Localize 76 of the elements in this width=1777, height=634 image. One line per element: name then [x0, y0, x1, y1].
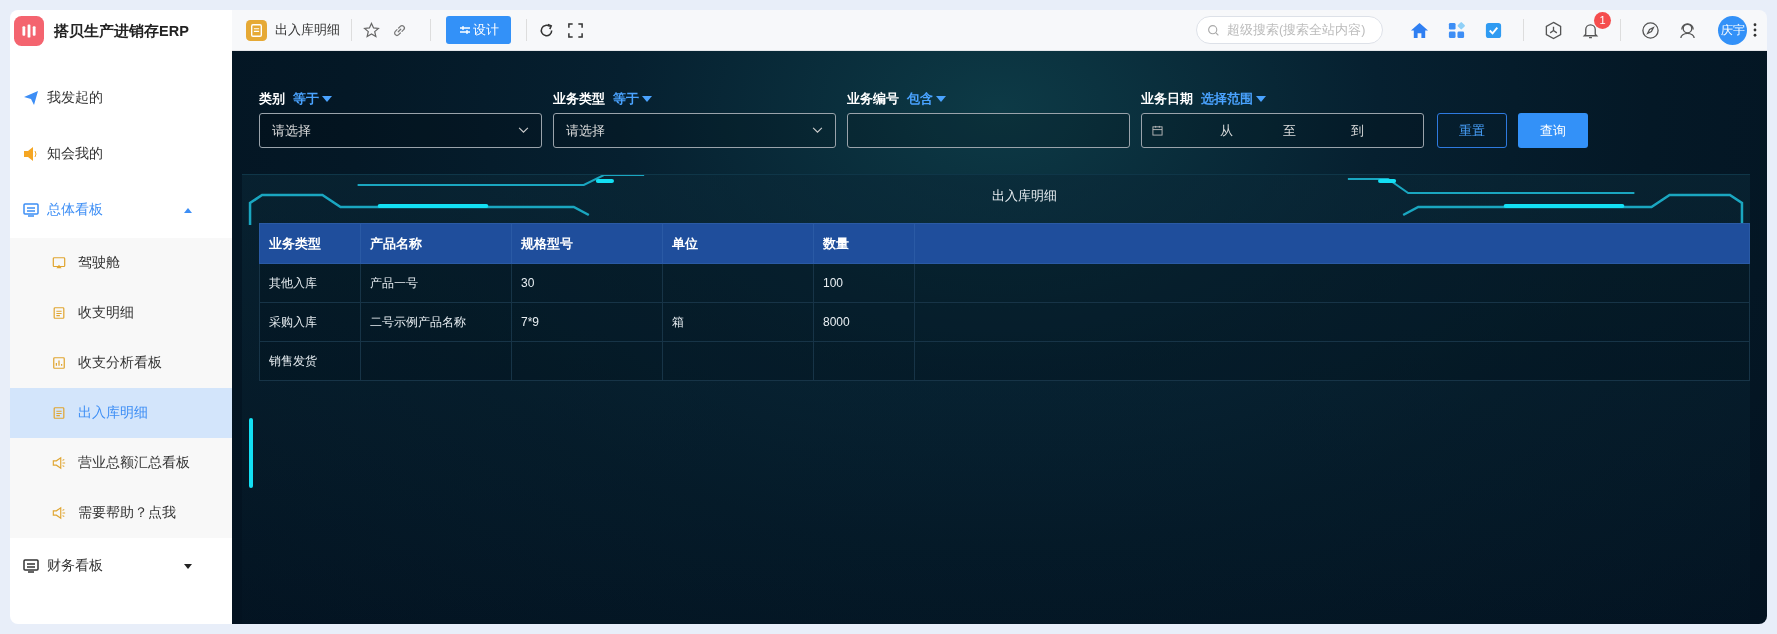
- submenu-item[interactable]: 驾驶舱: [10, 238, 232, 288]
- caret-icon: [184, 563, 192, 569]
- filter-label: 业务类型: [553, 90, 605, 108]
- fullscreen-icon[interactable]: [567, 21, 584, 39]
- more-icon[interactable]: [1753, 23, 1757, 37]
- task-check-icon[interactable]: [1484, 20, 1503, 40]
- megaphone-icon: [52, 456, 66, 470]
- caret-icon: [936, 96, 946, 102]
- apps-icon[interactable]: [1447, 20, 1466, 40]
- menu-item[interactable]: 财务看板: [10, 538, 232, 594]
- menu-item[interactable]: 我发起的: [10, 70, 232, 126]
- star-icon[interactable]: [363, 21, 380, 39]
- table-cell: 二号示例产品名称: [370, 314, 466, 329]
- table-cell: 8000: [823, 315, 850, 329]
- link-icon[interactable]: [392, 22, 407, 38]
- page-title: 出入库明细: [275, 21, 340, 39]
- notification-badge: 1: [1594, 11, 1611, 29]
- chevron-icon: [812, 127, 823, 134]
- column-header: 单位: [662, 223, 814, 264]
- app-title: 搭贝生产进销存ERP: [54, 21, 189, 41]
- sliders-icon: [458, 25, 471, 35]
- home-icon[interactable]: [1410, 20, 1429, 40]
- submenu-item[interactable]: 需要帮助？点我: [10, 488, 232, 538]
- date-range-field[interactable]: 从 至 到: [1141, 113, 1424, 148]
- operator-dropdown[interactable]: 包含: [907, 90, 946, 108]
- screen-icon: [52, 256, 66, 270]
- filter-label: 业务日期: [1141, 90, 1193, 108]
- column-header: 业务类型: [259, 223, 361, 264]
- submenu-item[interactable]: 营业总额汇总看板: [10, 438, 232, 488]
- support-agent-icon[interactable]: [1678, 20, 1697, 40]
- monitor-icon: [23, 558, 39, 574]
- paper-plane-icon: [23, 90, 39, 106]
- column-header: 数量: [813, 223, 915, 264]
- caret-icon: [1256, 96, 1266, 102]
- app-logo-icon: [14, 16, 44, 46]
- chevron-icon: [518, 127, 529, 134]
- column-header: 产品名称: [360, 223, 512, 264]
- monitor-icon: [23, 202, 39, 218]
- submenu-item[interactable]: 收支分析看板: [10, 338, 232, 388]
- column-header: 规格型号: [511, 223, 663, 264]
- table-cell: 30: [521, 276, 535, 290]
- select-field[interactable]: 请选择: [553, 113, 836, 148]
- search-icon: [1207, 23, 1220, 37]
- operator-dropdown[interactable]: 等于: [293, 90, 332, 108]
- search-field[interactable]: 超级搜索(搜索全站内容): [1196, 16, 1383, 44]
- table-cell: 其他入库: [269, 275, 317, 290]
- filter-label: 类别: [259, 90, 285, 108]
- operator-dropdown[interactable]: 等于: [613, 90, 652, 108]
- menu-item[interactable]: 知会我的: [10, 126, 232, 182]
- caret-icon: [322, 96, 332, 102]
- document-icon: [52, 406, 66, 420]
- table-cell: 采购入库: [269, 314, 317, 329]
- input-field[interactable]: [847, 113, 1130, 148]
- table-cell: 销售发货: [269, 353, 317, 368]
- operator-dropdown[interactable]: 选择范围: [1201, 90, 1266, 108]
- side-glow-bar-icon: [249, 418, 253, 488]
- document-icon: [246, 19, 267, 41]
- submenu-item[interactable]: 收支明细: [10, 288, 232, 338]
- hexagon-icon[interactable]: [1544, 20, 1563, 40]
- table-cell: 100: [823, 276, 844, 290]
- document-icon: [52, 306, 66, 320]
- refresh-icon[interactable]: [538, 21, 555, 39]
- calendar-icon: [1152, 125, 1163, 136]
- table-cell: 产品一号: [370, 275, 418, 290]
- speaker-icon: [23, 146, 39, 162]
- panel-title: 出入库明细: [992, 188, 1057, 203]
- caret-icon: [642, 96, 652, 102]
- select-field[interactable]: 请选择: [259, 113, 542, 148]
- table-cell: 7*9: [521, 315, 540, 329]
- filter-label: 业务编号: [847, 90, 899, 108]
- table-cell: 箱: [672, 314, 684, 329]
- caret-icon: [184, 207, 192, 213]
- reset-button[interactable]: 重置: [1437, 113, 1507, 148]
- compass-icon[interactable]: [1641, 20, 1660, 40]
- chart-icon: [52, 356, 66, 370]
- megaphone-icon: [52, 506, 66, 520]
